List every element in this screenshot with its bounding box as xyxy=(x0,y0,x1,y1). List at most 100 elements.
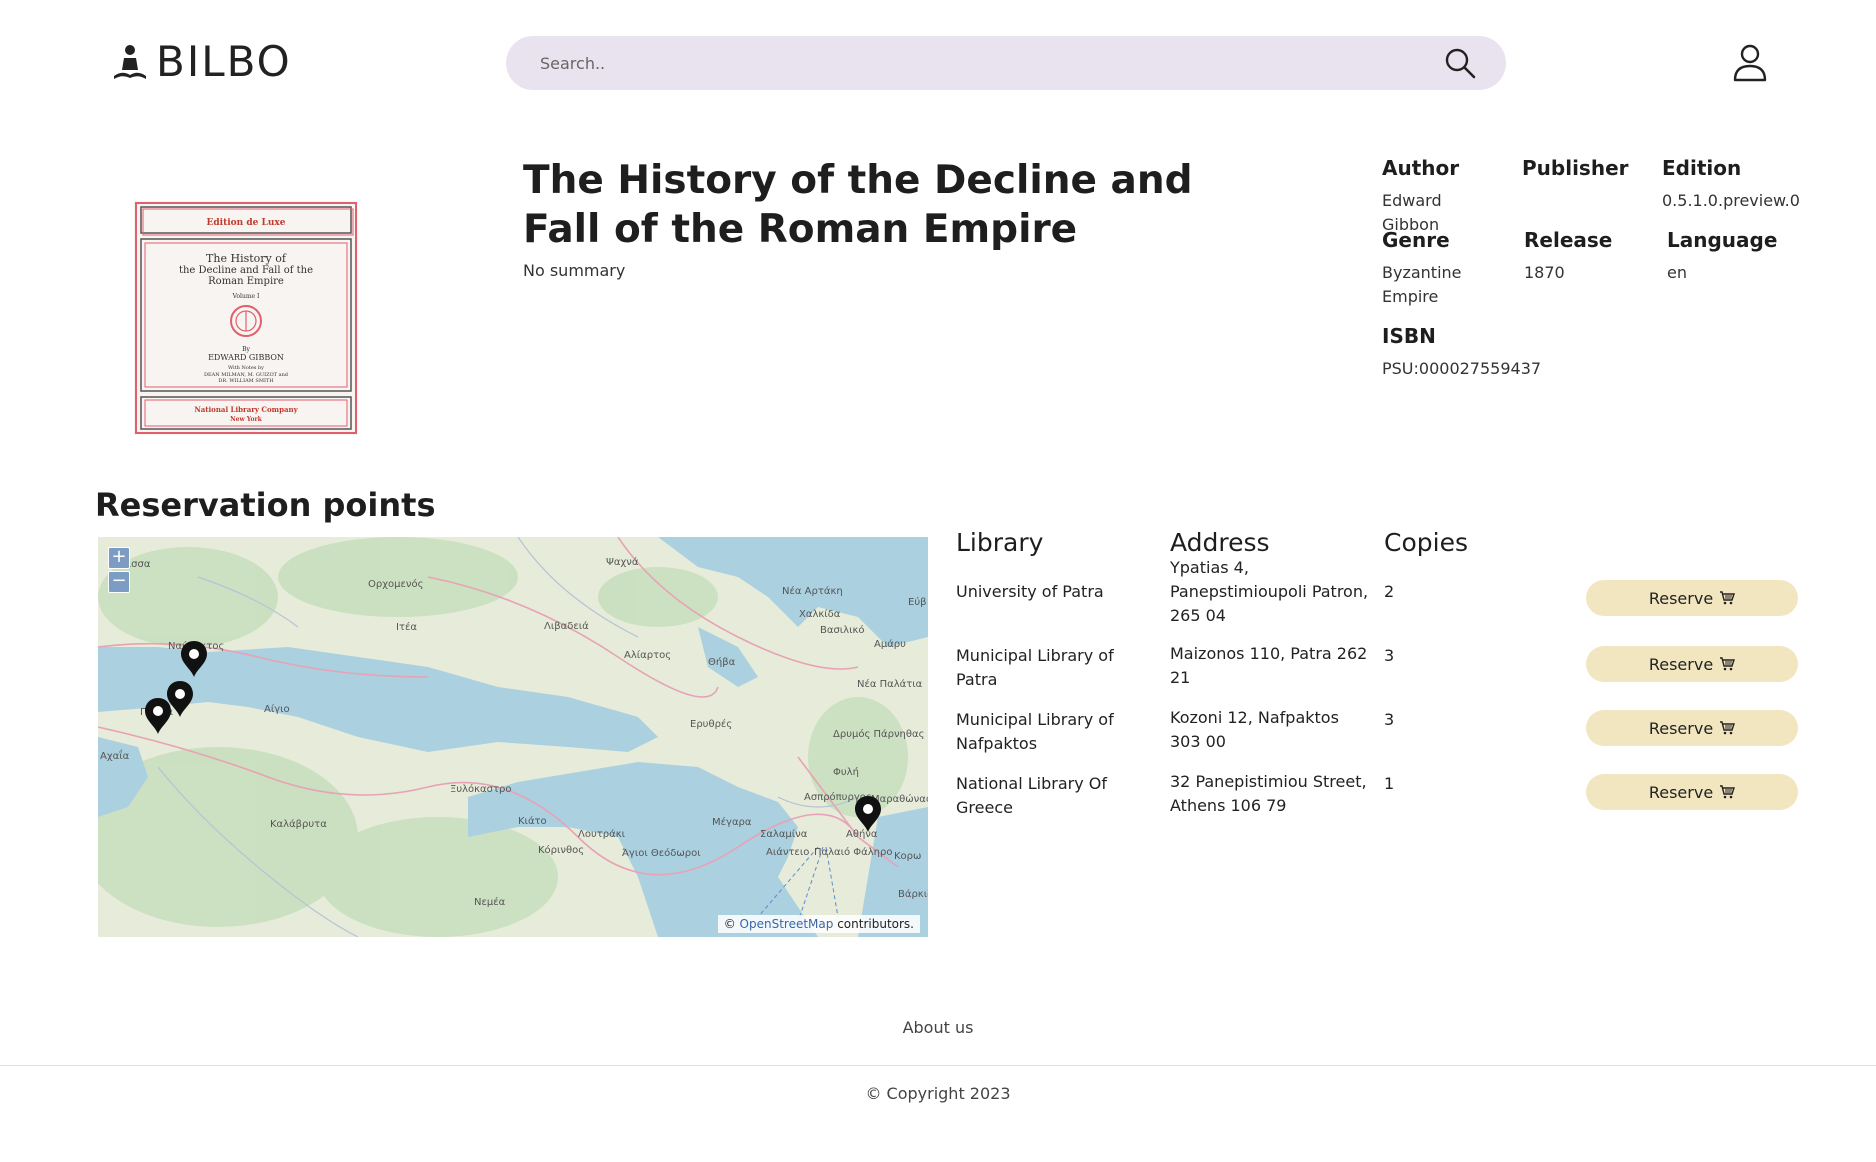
reserve-label: Reserve xyxy=(1648,588,1714,608)
map-place-label: Εύβ xyxy=(908,596,927,608)
map-place-label: Σαλαμίνα xyxy=(760,828,808,840)
meta-publisher: Publisher xyxy=(1522,155,1642,189)
brand-logo[interactable]: BILBO xyxy=(110,40,292,84)
search-bar xyxy=(506,36,1506,90)
meta-isbn-label: ISBN xyxy=(1382,324,1436,348)
map-place-label: Παλαιό Φάληρο xyxy=(814,846,893,858)
map-place-label: Λιβαδειά xyxy=(544,620,589,632)
map-place-label: Άγιοι Θεόδωροι xyxy=(622,847,701,859)
library-name: Municipal Library of Patra xyxy=(956,646,1114,689)
user-icon xyxy=(1733,44,1767,82)
meta-isbn-value: PSU:000027559437 xyxy=(1382,359,1542,378)
map-place-label: Μέγαρα xyxy=(712,816,752,828)
library-name: University of Patra xyxy=(956,582,1104,601)
attribution-suffix: contributors. xyxy=(837,917,914,931)
meta-language-value: en xyxy=(1667,263,1687,282)
footer-divider xyxy=(0,1065,1876,1066)
library-copies: 3 xyxy=(1384,646,1395,665)
map-place-label: Ψαχνά xyxy=(606,556,639,568)
map-place-label: Βασιλικό xyxy=(820,624,865,636)
map-attribution: © OpenStreetMap contributors. xyxy=(717,915,920,933)
column-library: Library xyxy=(956,528,1044,557)
map-place-label: Θήβα xyxy=(708,656,736,668)
meta-language: Language en xyxy=(1667,227,1807,285)
attribution-prefix: © xyxy=(723,917,736,931)
map-place-label: Ορχομενός xyxy=(368,578,423,590)
user-profile-button[interactable] xyxy=(1730,42,1770,82)
book-summary: No summary xyxy=(523,261,626,280)
cover-title-2: the Decline and Fall of the xyxy=(179,265,313,276)
library-address: 32 Panepistimiou Street, Athens 106 79 xyxy=(1170,772,1367,815)
meta-publisher-label: Publisher xyxy=(1522,156,1629,180)
library-name: National Library Of Greece xyxy=(956,774,1108,817)
cover-notes-3: DR. WILLIAM SMITH xyxy=(218,378,274,384)
book-cover: Edition de Luxe The History of the Decli… xyxy=(134,201,358,435)
library-copies: 2 xyxy=(1384,582,1395,601)
cover-publisher-2: New York xyxy=(230,416,262,423)
search-input[interactable] xyxy=(540,53,1442,73)
cover-notes-1: With Notes by xyxy=(228,365,264,371)
column-address: Address xyxy=(1170,528,1270,557)
map-place-label: Αλίαρτος xyxy=(624,649,671,661)
library-copies: 1 xyxy=(1384,774,1395,793)
map-place-label: Νεμέα xyxy=(474,896,506,908)
search-button[interactable] xyxy=(1442,45,1478,81)
about-us-link[interactable]: About us xyxy=(903,1018,974,1037)
cover-title-3: Roman Empire xyxy=(208,276,284,287)
map-place-label: Ιτέα xyxy=(396,621,417,633)
cover-banner: Edition de Luxe xyxy=(207,218,286,228)
reader-icon xyxy=(114,45,146,79)
search-icon xyxy=(1445,48,1476,79)
meta-isbn: ISBN PSU:000027559437 xyxy=(1382,323,1602,381)
reserve-button[interactable]: Reserve xyxy=(1586,710,1798,746)
reservation-title: Reservation points xyxy=(95,486,436,524)
meta-genre-label: Genre xyxy=(1382,228,1450,252)
map-place-label: Κόρινθος xyxy=(538,844,584,856)
reserve-button[interactable]: Reserve xyxy=(1586,646,1798,682)
cover-volume: Volume I xyxy=(232,293,260,300)
map-place-label: Αμάρυ xyxy=(874,638,906,650)
map-place-label: Αίγιο xyxy=(264,703,290,715)
map-place-label: Ξυλόκαστρο xyxy=(450,783,511,795)
openstreetmap-link[interactable]: OpenStreetMap xyxy=(740,917,834,931)
meta-edition-value: 0.5.1.0.preview.0 xyxy=(1662,191,1800,210)
map-place-label: Κιάτο xyxy=(518,815,547,827)
meta-release-label: Release xyxy=(1524,228,1613,252)
reserve-button[interactable]: Reserve xyxy=(1586,774,1798,810)
reserve-label: Reserve xyxy=(1648,718,1714,738)
meta-author: Author Edward Gibbon xyxy=(1382,155,1502,237)
meta-language-label: Language xyxy=(1667,228,1778,252)
meta-edition: Edition 0.5.1.0.preview.0 xyxy=(1662,155,1832,213)
cart-icon xyxy=(1720,591,1736,605)
map-place-label: Χαλκίδα xyxy=(799,608,841,620)
meta-release: Release 1870 xyxy=(1524,227,1644,285)
library-address: Ypatias 4, Panepstimioupoli Patron, 265 … xyxy=(1170,558,1369,625)
meta-edition-label: Edition xyxy=(1662,156,1742,180)
map-place-label: Αθήνα xyxy=(846,828,878,840)
cover-by: By xyxy=(242,346,250,353)
map-place-label: Αιάντειο xyxy=(766,846,809,858)
cart-icon xyxy=(1720,785,1736,799)
map-place-label: Νέα Παλάτια xyxy=(857,678,923,690)
footer-about: About us xyxy=(0,1018,1876,1037)
library-address: Maizonos 110, Patra 262 21 xyxy=(1170,644,1368,687)
zoom-out-button[interactable]: − xyxy=(108,571,130,593)
map-place-label: Βάρκιζα xyxy=(898,888,928,900)
map-place-label: Αχαΐα xyxy=(100,748,130,762)
cart-icon xyxy=(1720,721,1736,735)
column-copies: Copies xyxy=(1384,528,1468,557)
map-place-label: Κορω xyxy=(894,851,921,862)
cover-title-1: The History of xyxy=(206,252,287,265)
map-place-label: Φυλή xyxy=(833,766,859,778)
library-name: Municipal Library of Nafpaktos xyxy=(956,710,1114,753)
map-place-label: Νέα Αρτάκη xyxy=(782,585,843,597)
reserve-label: Reserve xyxy=(1648,654,1714,674)
reserve-label: Reserve xyxy=(1648,782,1714,802)
reserve-button[interactable]: Reserve xyxy=(1586,580,1798,616)
map-place-label: Καλάβρυτα xyxy=(270,818,327,830)
cover-publisher-1: National Library Company xyxy=(194,405,298,414)
library-copies: 3 xyxy=(1384,710,1395,729)
zoom-in-button[interactable]: + xyxy=(108,547,130,569)
reservation-map[interactable]: ΑμφισσαΟρχομενόςΨαχνάΝέα ΑρτάκηΕύβΙτέαΛι… xyxy=(98,537,928,937)
cart-icon xyxy=(1720,657,1736,671)
